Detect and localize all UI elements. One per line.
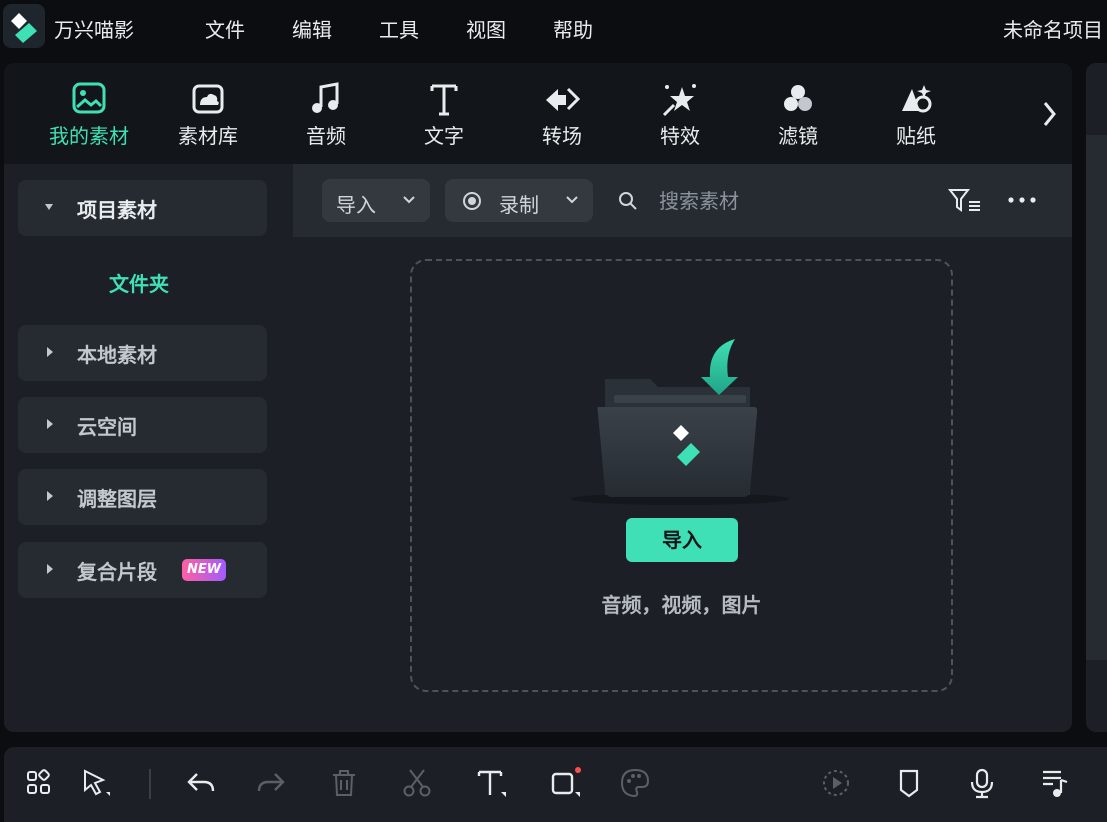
- app-name: 万兴喵影: [54, 18, 134, 42]
- layout-grid-icon[interactable]: [22, 766, 56, 800]
- tab-text[interactable]: 文字: [394, 81, 494, 149]
- tab-label: 素材库: [178, 124, 238, 148]
- redo-icon: [254, 766, 288, 800]
- chevron-down-icon: [403, 196, 415, 204]
- menu-file[interactable]: 文件: [205, 14, 245, 43]
- caret-down-icon: [45, 204, 53, 210]
- tab-stock-library[interactable]: 素材库: [158, 81, 258, 149]
- app-window: 万兴喵影 文件 编辑 工具 视图 帮助 未命名项目 我的素材 素材库 音频 文字…: [0, 0, 1107, 822]
- tab-label: 音频: [306, 124, 346, 148]
- preview-panel-edge: [1086, 63, 1107, 732]
- toolbar-divider: [149, 769, 151, 799]
- delete-icon: [327, 766, 361, 800]
- sidebar-item-adjustment-layer[interactable]: 调整图层: [18, 469, 267, 525]
- marker-icon[interactable]: [892, 766, 926, 800]
- text-t-icon: [424, 81, 464, 119]
- media-content: 导入 录制 搜索素材 导入 音频，视频，图片: [293, 164, 1072, 732]
- menu-edit[interactable]: 编辑: [292, 14, 332, 43]
- transition-arrows-icon: [542, 81, 582, 119]
- tab-my-media[interactable]: 我的素材: [39, 81, 139, 149]
- import-button[interactable]: 导入: [626, 518, 738, 562]
- record-icon: [463, 192, 481, 210]
- caret-right-icon: [47, 491, 53, 501]
- preview-panel-strip: [1086, 135, 1107, 660]
- scissors-icon: [400, 766, 434, 800]
- sidebar-item-local-media[interactable]: 本地素材: [18, 325, 267, 381]
- supported-types-hint: 音频，视频，图片: [601, 593, 762, 617]
- sidebar-item-compound-clip[interactable]: 复合片段 NEW: [18, 542, 267, 598]
- sidebar-item-label: 云空间: [77, 415, 137, 439]
- import-drop-zone[interactable]: 导入 音频，视频，图片: [410, 259, 953, 692]
- tab-label: 贴纸: [896, 124, 936, 148]
- new-badge: NEW: [182, 559, 226, 581]
- tab-label: 转场: [542, 124, 582, 148]
- record-dropdown-label: 录制: [499, 193, 539, 217]
- stock-library-icon: [188, 81, 228, 119]
- select-arrow-icon[interactable]: [79, 766, 113, 800]
- more-options-icon[interactable]: [1005, 192, 1039, 208]
- menu-view[interactable]: 视图: [466, 14, 506, 43]
- my-media-icon: [69, 81, 109, 119]
- import-dropdown[interactable]: 导入: [322, 179, 430, 222]
- color-palette-icon: [618, 766, 652, 800]
- search-input[interactable]: [659, 186, 879, 216]
- filter-circles-icon: [778, 81, 818, 119]
- sidebar-item-label: 项目素材: [77, 198, 157, 222]
- tab-label: 特效: [660, 124, 700, 148]
- filter-sort-icon[interactable]: [947, 186, 983, 216]
- text-tool-icon[interactable]: [474, 766, 508, 800]
- sidebar-item-label: 调整图层: [77, 487, 157, 511]
- tabs-next-chevron-icon[interactable]: [1038, 97, 1060, 131]
- menu-help[interactable]: 帮助: [553, 14, 593, 43]
- media-toolbar: 导入 录制: [293, 164, 1072, 237]
- project-name[interactable]: 未命名项目: [1003, 14, 1103, 43]
- render-preview-icon: [819, 766, 853, 800]
- search-icon: [617, 190, 639, 212]
- tab-filters[interactable]: 滤镜: [748, 81, 848, 149]
- media-sidebar: 项目素材 文件夹 本地素材 云空间 调整图层 复合片段 NEW: [4, 164, 293, 732]
- sidebar-item-cloud-space[interactable]: 云空间: [18, 397, 267, 453]
- timeline-toolbar: [4, 747, 1107, 822]
- import-dropdown-label: 导入: [336, 193, 376, 217]
- sidebar-item-label: 复合片段: [77, 560, 157, 584]
- import-folder-icon: [562, 333, 802, 513]
- caret-right-icon: [47, 347, 53, 357]
- tab-label: 文字: [424, 124, 464, 148]
- music-note-icon: [306, 81, 346, 119]
- caret-right-icon: [47, 419, 53, 429]
- sidebar-item-project-media[interactable]: 项目素材: [18, 180, 267, 236]
- tab-label: 我的素材: [49, 124, 129, 148]
- undo-icon[interactable]: [184, 766, 218, 800]
- crop-icon[interactable]: [548, 766, 582, 800]
- tab-label: 滤镜: [778, 124, 818, 148]
- audio-list-icon[interactable]: [1038, 766, 1072, 800]
- menu-tools[interactable]: 工具: [379, 14, 419, 43]
- effects-star-icon: [660, 81, 700, 119]
- tab-stickers[interactable]: 贴纸: [866, 81, 966, 149]
- app-logo-icon: [3, 4, 45, 48]
- microphone-icon[interactable]: [965, 766, 999, 800]
- tab-audio[interactable]: 音频: [276, 81, 376, 149]
- media-panel: 我的素材 素材库 音频 文字 转场 特效 滤镜 贴纸 项目素材 文件夹 本地素材…: [4, 63, 1072, 732]
- sidebar-item-label: 本地素材: [77, 343, 157, 367]
- sidebar-item-folder[interactable]: 文件夹: [4, 268, 274, 297]
- tab-effects[interactable]: 特效: [630, 81, 730, 149]
- record-dropdown[interactable]: 录制: [445, 179, 593, 222]
- menu-bar: 万兴喵影 文件 编辑 工具 视图 帮助 未命名项目: [0, 0, 1107, 54]
- sticker-icon: [896, 81, 936, 119]
- tab-transitions[interactable]: 转场: [512, 81, 612, 149]
- media-tabs: 我的素材 素材库 音频 文字 转场 特效 滤镜 贴纸: [4, 63, 1072, 164]
- chevron-down-icon: [566, 196, 578, 204]
- caret-right-icon: [47, 564, 53, 574]
